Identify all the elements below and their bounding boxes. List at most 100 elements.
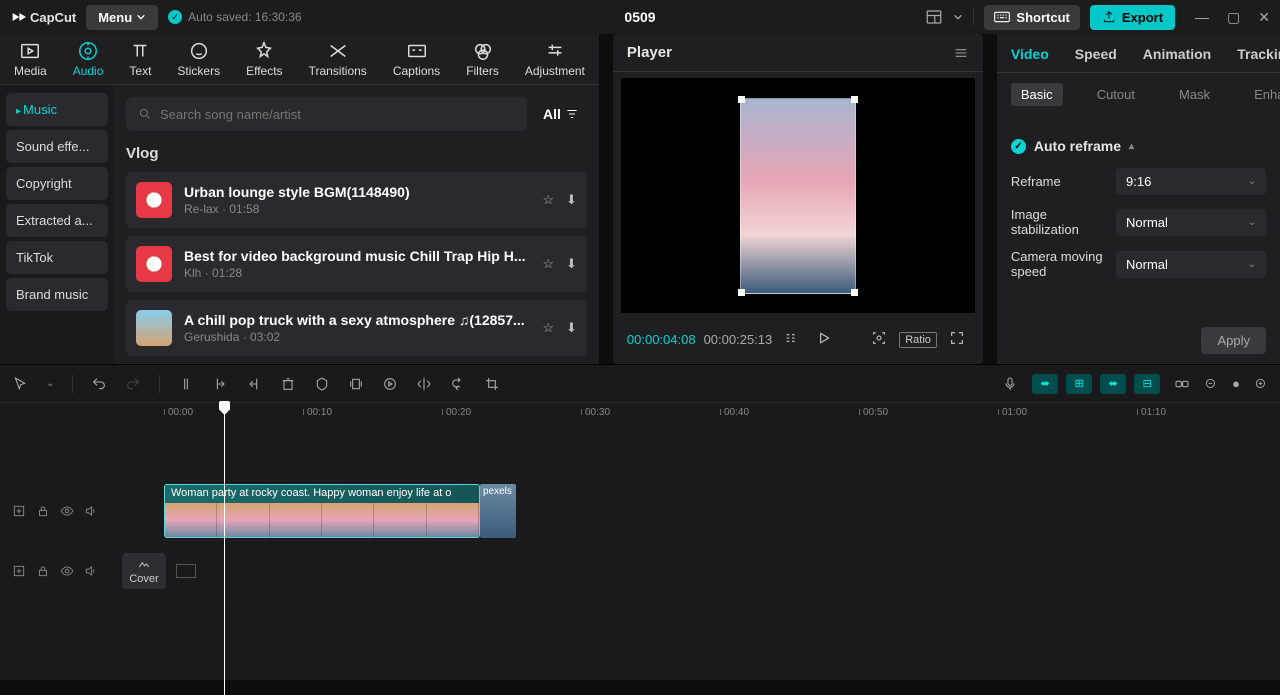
- minimize-icon[interactable]: —: [1195, 9, 1209, 26]
- menu-button[interactable]: Menu: [86, 5, 158, 30]
- zoom-out-icon[interactable]: [1204, 377, 1218, 391]
- magnet-1[interactable]: ⬌: [1032, 374, 1058, 394]
- subtab-basic[interactable]: Basic: [1011, 83, 1063, 106]
- layout-icon[interactable]: [925, 8, 943, 26]
- apply-button[interactable]: Apply: [1201, 327, 1266, 354]
- trim-right-icon[interactable]: [246, 376, 262, 392]
- tab-captions[interactable]: Captions: [393, 40, 440, 84]
- tab-text[interactable]: Text: [129, 40, 151, 84]
- tab-audio[interactable]: Audio: [73, 40, 104, 84]
- tab-effects[interactable]: Effects: [246, 40, 282, 84]
- cat-brand[interactable]: Brand music: [6, 278, 108, 311]
- carousel-icon[interactable]: [348, 376, 364, 392]
- reframe-dropdown[interactable]: 9:16⌄: [1116, 168, 1266, 195]
- download-icon[interactable]: ⬇: [566, 256, 577, 272]
- download-icon[interactable]: ⬇: [566, 192, 577, 208]
- split-icon[interactable]: [178, 376, 194, 392]
- rtab-speed[interactable]: Speed: [1075, 46, 1117, 62]
- lock-icon[interactable]: [36, 564, 50, 578]
- zoom-slider-icon[interactable]: ●: [1232, 376, 1240, 391]
- resize-handle[interactable]: [738, 96, 745, 103]
- video-frame[interactable]: [740, 98, 856, 294]
- video-clip-2[interactable]: pexels: [480, 484, 516, 538]
- left-panel: Media Audio Text Stickers Effects Transi…: [0, 34, 599, 364]
- undo-icon[interactable]: [91, 376, 107, 392]
- chevron-down-icon[interactable]: [953, 12, 963, 22]
- star-icon[interactable]: ☆: [542, 192, 554, 208]
- section-title: Vlog: [126, 145, 587, 162]
- lock-icon[interactable]: [36, 504, 50, 518]
- rtab-video[interactable]: Video: [1011, 46, 1049, 62]
- tab-filters[interactable]: Filters: [466, 40, 499, 84]
- tab-stickers[interactable]: Stickers: [177, 40, 220, 84]
- player-canvas[interactable]: [621, 78, 975, 313]
- rtab-tracking[interactable]: Tracking: [1237, 46, 1280, 62]
- cat-extracted[interactable]: Extracted a...: [6, 204, 108, 237]
- ratio-button[interactable]: Ratio: [899, 332, 937, 348]
- cat-tiktok[interactable]: TikTok: [6, 241, 108, 274]
- song-thumb: [136, 310, 172, 346]
- shortcut-button[interactable]: Shortcut: [984, 5, 1079, 30]
- rtab-animation[interactable]: Animation: [1143, 46, 1211, 62]
- rotate-icon[interactable]: [450, 376, 466, 392]
- crop-icon[interactable]: [484, 376, 500, 392]
- delete-icon[interactable]: [280, 376, 296, 392]
- check-icon: ✓: [1011, 139, 1026, 154]
- subtab-enhance[interactable]: Enhance: [1244, 83, 1280, 106]
- reverse-icon[interactable]: [382, 376, 398, 392]
- song-item[interactable]: Urban lounge style BGM(1148490)Re-lax · …: [126, 172, 587, 228]
- subtab-mask[interactable]: Mask: [1169, 83, 1220, 106]
- tab-media[interactable]: Media: [14, 40, 47, 84]
- maximize-icon[interactable]: ▢: [1227, 9, 1240, 26]
- auto-reframe-toggle[interactable]: ✓Auto reframe▴: [1011, 138, 1266, 154]
- star-icon[interactable]: ☆: [542, 256, 554, 272]
- trim-left-icon[interactable]: [212, 376, 228, 392]
- speaker-icon[interactable]: [84, 564, 98, 578]
- cover-button[interactable]: Cover: [122, 553, 166, 589]
- resize-handle[interactable]: [851, 96, 858, 103]
- song-item[interactable]: Best for video background music Chill Tr…: [126, 236, 587, 292]
- mic-icon[interactable]: [1002, 376, 1018, 392]
- expand-icon[interactable]: [12, 564, 26, 578]
- resize-handle[interactable]: [738, 289, 745, 296]
- fullscreen-icon[interactable]: [945, 327, 969, 352]
- song-item[interactable]: A chill pop truck with a sexy atmosphere…: [126, 300, 587, 356]
- marker-icon[interactable]: [314, 376, 330, 392]
- hamburger-icon[interactable]: [953, 45, 969, 61]
- zoom-in-icon[interactable]: [1254, 377, 1268, 391]
- camera-dropdown[interactable]: Normal⌄: [1116, 251, 1266, 278]
- redo-icon[interactable]: [125, 376, 141, 392]
- thumbnail-slot[interactable]: [176, 564, 196, 578]
- cat-music[interactable]: ▸Music: [6, 93, 108, 126]
- pointer-tool[interactable]: [12, 376, 28, 392]
- subtab-cutout[interactable]: Cutout: [1087, 83, 1145, 106]
- link-icon[interactable]: [1174, 376, 1190, 392]
- tab-adjustment[interactable]: Adjustment: [525, 40, 585, 84]
- expand-icon[interactable]: [12, 504, 26, 518]
- magnet-3[interactable]: ⬌: [1100, 374, 1126, 394]
- export-button[interactable]: Export: [1090, 5, 1175, 30]
- video-clip[interactable]: Woman party at rocky coast. Happy woman …: [164, 484, 480, 538]
- magnet-2[interactable]: ⊞: [1066, 374, 1092, 394]
- star-icon[interactable]: ☆: [542, 320, 554, 336]
- speaker-icon[interactable]: [84, 504, 98, 518]
- resize-handle[interactable]: [851, 289, 858, 296]
- eye-icon[interactable]: [60, 504, 74, 518]
- stabilization-dropdown[interactable]: Normal⌄: [1116, 209, 1266, 236]
- tab-transitions[interactable]: Transitions: [309, 40, 367, 84]
- magnet-4[interactable]: ⊟: [1134, 374, 1160, 394]
- cat-sfx[interactable]: Sound effe...: [6, 130, 108, 163]
- download-icon[interactable]: ⬇: [566, 320, 577, 336]
- play-button[interactable]: [812, 327, 836, 352]
- ruler[interactable]: 00:00 00:10 00:20 00:30 00:40 00:50 01:0…: [0, 403, 1280, 427]
- list-icon[interactable]: [780, 327, 804, 352]
- chevron-down-icon[interactable]: ⌄: [46, 378, 54, 389]
- filter-button[interactable]: All: [535, 97, 587, 131]
- scan-icon[interactable]: [867, 327, 891, 352]
- mirror-icon[interactable]: [416, 376, 432, 392]
- cat-copyright[interactable]: Copyright: [6, 167, 108, 200]
- playhead[interactable]: [224, 403, 225, 695]
- search-input[interactable]: [126, 97, 527, 131]
- eye-icon[interactable]: [60, 564, 74, 578]
- close-icon[interactable]: ✕: [1258, 9, 1270, 26]
